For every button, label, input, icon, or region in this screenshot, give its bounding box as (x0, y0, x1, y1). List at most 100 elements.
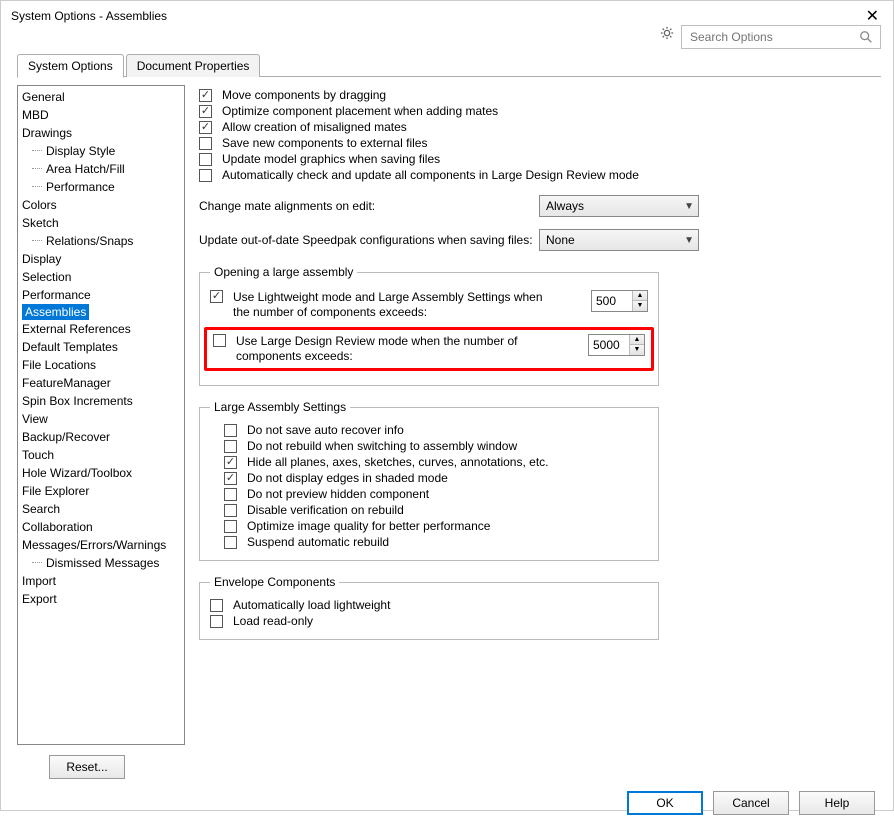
sidebar-item-area-hatch[interactable]: Area Hatch/Fill (18, 160, 184, 178)
gear-icon[interactable] (659, 25, 675, 41)
checkbox-no-edges-shaded[interactable] (224, 472, 237, 485)
sidebar-item-backup-recover[interactable]: Backup/Recover (18, 428, 184, 446)
label-lightweight-mode[interactable]: Use Lightweight mode and Large Assembly … (233, 290, 543, 320)
checkbox-disable-verification[interactable] (224, 504, 237, 517)
window-title: System Options - Assemblies (11, 9, 167, 23)
tab-bar: System Options Document Properties (1, 53, 893, 77)
sidebar-item-display[interactable]: Display (18, 250, 184, 268)
sidebar-item-selection[interactable]: Selection (18, 268, 184, 286)
sidebar-item-display-style[interactable]: Display Style (18, 142, 184, 160)
ok-button[interactable]: OK (627, 791, 703, 815)
sidebar-item-general[interactable]: General (18, 88, 184, 106)
spinner-ldr-threshold[interactable]: ▲▼ (588, 334, 645, 356)
close-icon[interactable]: ✕ (860, 6, 885, 26)
search-icon[interactable] (858, 29, 874, 45)
checkbox-update-graphics[interactable] (199, 153, 212, 166)
sidebar-item-default-templates[interactable]: Default Templates (18, 338, 184, 356)
label-optimize-image-quality[interactable]: Optimize image quality for better perfor… (247, 519, 490, 533)
checkbox-optimize-placement[interactable] (199, 105, 212, 118)
tab-document-properties[interactable]: Document Properties (126, 54, 261, 77)
checkbox-misaligned-mates[interactable] (199, 121, 212, 134)
spinner-lightweight-threshold[interactable]: ▲▼ (591, 290, 648, 312)
spinner-down-icon[interactable]: ▼ (630, 345, 644, 355)
cancel-button[interactable]: Cancel (713, 791, 789, 815)
sidebar-item-external-references[interactable]: External References (18, 320, 184, 338)
checkbox-no-autorecover[interactable] (224, 424, 237, 437)
checkbox-no-rebuild-switch[interactable] (224, 440, 237, 453)
spinner-down-icon[interactable]: ▼ (633, 301, 647, 311)
checkbox-lightweight-mode[interactable] (210, 290, 223, 303)
label-no-rebuild-switch[interactable]: Do not rebuild when switching to assembl… (247, 439, 517, 453)
sidebar-item-assemblies[interactable]: Assemblies (22, 304, 89, 320)
sidebar-item-hole-wizard-toolbox[interactable]: Hole Wizard/Toolbox (18, 464, 184, 482)
label-mate-alignments: Change mate alignments on edit: (199, 199, 375, 213)
spinner-up-icon[interactable]: ▲ (633, 291, 647, 301)
checkbox-no-preview-hidden[interactable] (224, 488, 237, 501)
tab-system-options[interactable]: System Options (17, 54, 124, 78)
group-opening-large-assembly: Opening a large assembly Use Lightweight… (199, 265, 659, 386)
dialog-footer: OK Cancel Help (1, 779, 893, 825)
sidebar-item-colors[interactable]: Colors (18, 196, 184, 214)
sidebar-item-sketch[interactable]: Sketch (18, 214, 184, 232)
input-ldr-threshold[interactable] (589, 338, 629, 352)
label-no-autorecover[interactable]: Do not save auto recover info (247, 423, 404, 437)
chevron-down-icon: ▼ (684, 235, 694, 246)
checkbox-auto-check-ldr[interactable] (199, 169, 212, 182)
select-mate-alignments[interactable]: Always ▼ (539, 195, 699, 217)
legend-large-settings: Large Assembly Settings (210, 400, 350, 414)
chevron-down-icon: ▼ (684, 201, 694, 212)
sidebar-item-import[interactable]: Import (18, 572, 184, 590)
sidebar-tree[interactable]: General MBD Drawings Display Style Area … (17, 85, 185, 745)
checkbox-large-design-review[interactable] (213, 334, 226, 347)
sidebar-item-search[interactable]: Search (18, 500, 184, 518)
label-move-components[interactable]: Move components by dragging (222, 88, 386, 102)
legend-opening: Opening a large assembly (210, 265, 357, 279)
sidebar-item-drawings[interactable]: Drawings (18, 124, 184, 142)
label-misaligned-mates[interactable]: Allow creation of misaligned mates (222, 120, 407, 134)
legend-envelope: Envelope Components (210, 575, 339, 589)
label-no-edges-shaded[interactable]: Do not display edges in shaded mode (247, 471, 448, 485)
label-auto-check-ldr[interactable]: Automatically check and update all compo… (222, 168, 639, 182)
sidebar-item-file-explorer[interactable]: File Explorer (18, 482, 184, 500)
search-field-wrap (681, 25, 881, 49)
label-suspend-rebuild[interactable]: Suspend automatic rebuild (247, 535, 389, 549)
sidebar-item-view[interactable]: View (18, 410, 184, 428)
sidebar-item-performance-drawings[interactable]: Performance (18, 178, 184, 196)
sidebar-item-relations-snaps[interactable]: Relations/Snaps (18, 232, 184, 250)
sidebar-item-mbd[interactable]: MBD (18, 106, 184, 124)
sidebar-item-messages-errors-warnings[interactable]: Messages/Errors/Warnings (18, 536, 184, 554)
sidebar-item-dismissed-messages[interactable]: Dismissed Messages (18, 554, 184, 572)
sidebar-item-performance[interactable]: Performance (18, 286, 184, 304)
label-load-read-only[interactable]: Load read-only (233, 614, 313, 628)
sidebar-item-featuremanager[interactable]: FeatureManager (18, 374, 184, 392)
sidebar-item-file-locations[interactable]: File Locations (18, 356, 184, 374)
sidebar-item-touch[interactable]: Touch (18, 446, 184, 464)
reset-button[interactable]: Reset... (49, 755, 125, 779)
search-input[interactable] (688, 29, 858, 45)
checkbox-hide-planes[interactable] (224, 456, 237, 469)
sidebar-item-export[interactable]: Export (18, 590, 184, 608)
checkbox-suspend-rebuild[interactable] (224, 536, 237, 549)
label-auto-load-lightweight[interactable]: Automatically load lightweight (233, 598, 390, 612)
help-button[interactable]: Help (799, 791, 875, 815)
group-large-assembly-settings: Large Assembly Settings Do not save auto… (199, 400, 659, 561)
label-save-external[interactable]: Save new components to external files (222, 136, 427, 150)
checkbox-auto-load-lightweight[interactable] (210, 599, 223, 612)
sidebar-item-spin-box-increments[interactable]: Spin Box Increments (18, 392, 184, 410)
select-speedpak[interactable]: None ▼ (539, 229, 699, 251)
label-optimize-placement[interactable]: Optimize component placement when adding… (222, 104, 498, 118)
checkbox-save-external[interactable] (199, 137, 212, 150)
label-large-design-review[interactable]: Use Large Design Review mode when the nu… (236, 334, 546, 364)
label-hide-planes[interactable]: Hide all planes, axes, sketches, curves,… (247, 455, 549, 469)
checkbox-load-read-only[interactable] (210, 615, 223, 628)
label-update-graphics[interactable]: Update model graphics when saving files (222, 152, 440, 166)
sidebar-item-collaboration[interactable]: Collaboration (18, 518, 184, 536)
input-lightweight-threshold[interactable] (592, 294, 632, 308)
checkbox-move-components[interactable] (199, 89, 212, 102)
group-envelope-components: Envelope Components Automatically load l… (199, 575, 659, 640)
label-no-preview-hidden[interactable]: Do not preview hidden component (247, 487, 429, 501)
label-disable-verification[interactable]: Disable verification on rebuild (247, 503, 404, 517)
label-speedpak: Update out-of-date Speedpak configuratio… (199, 233, 533, 247)
spinner-up-icon[interactable]: ▲ (630, 335, 644, 345)
checkbox-optimize-image-quality[interactable] (224, 520, 237, 533)
